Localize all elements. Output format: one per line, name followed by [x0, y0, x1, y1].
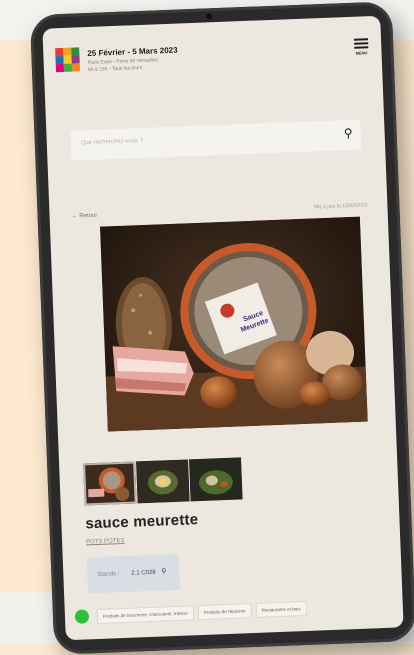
thumbnail-1[interactable] — [83, 461, 137, 506]
product-main-photo[interactable]: Sauce Meurette — [100, 216, 368, 432]
search-input[interactable]: Que recherchez-vous ? — [81, 138, 144, 146]
hamburger-icon — [353, 38, 369, 41]
category-tag[interactable]: Restaurants et bars — [255, 600, 308, 618]
hamburger-icon-bar — [354, 46, 369, 49]
caption: Example of pro — [300, 632, 366, 642]
tablet-screen: 25 Février - 5 Mars 2023 Paris Expo - Po… — [42, 15, 404, 641]
thumbnail-strip — [83, 457, 243, 506]
camera-icon — [205, 13, 213, 20]
thumbnail-2[interactable] — [136, 459, 190, 504]
event-logo[interactable] — [55, 47, 81, 73]
brand-link[interactable]: POTS POTES — [86, 538, 125, 545]
location-pin-icon: ⚲ — [161, 568, 167, 576]
back-label: Retour — [79, 212, 98, 220]
stands-box[interactable]: Stands : 2.1 C028 ⚲ — [86, 553, 181, 594]
product-title: sauce meurette — [85, 511, 199, 533]
tablet-device: 25 Février - 5 Mars 2023 Paris Expo - Po… — [29, 1, 414, 655]
search-bar[interactable]: Que recherchez-vous ? ⚲ — [70, 119, 362, 161]
updated-date: Mis à jour le 15/02/2023 — [313, 202, 368, 211]
thumbnail-3-image — [189, 457, 243, 502]
thumbnail-1-image — [83, 461, 137, 506]
event-date: 25 Février - 5 Mars 2023 — [87, 45, 178, 59]
hamburger-icon-bar — [354, 42, 369, 45]
search-icon[interactable]: ⚲ — [344, 126, 353, 140]
product-photo-illustration: Sauce Meurette — [100, 216, 368, 432]
back-link[interactable]: ← Retour — [72, 213, 98, 220]
chat-icon[interactable] — [74, 609, 90, 624]
category-tag[interactable]: Produits de boucherie, charcuterie, trai… — [96, 605, 195, 625]
category-tag[interactable]: Produits de l'épicerie — [197, 603, 252, 621]
thumbnail-3[interactable] — [189, 457, 243, 502]
event-hours: 9h à 19h - Tous les jours — [87, 64, 143, 73]
menu-button[interactable]: MENU — [353, 36, 370, 56]
menu-label: MENU — [355, 50, 368, 56]
category-tags: Produits de boucherie, charcuterie, trai… — [96, 600, 311, 625]
stands-label: Stands : — [97, 571, 120, 579]
logo-tile — [71, 63, 81, 72]
thumbnail-2-image — [136, 459, 190, 504]
stands-value: 2.1 C028 — [131, 569, 156, 577]
